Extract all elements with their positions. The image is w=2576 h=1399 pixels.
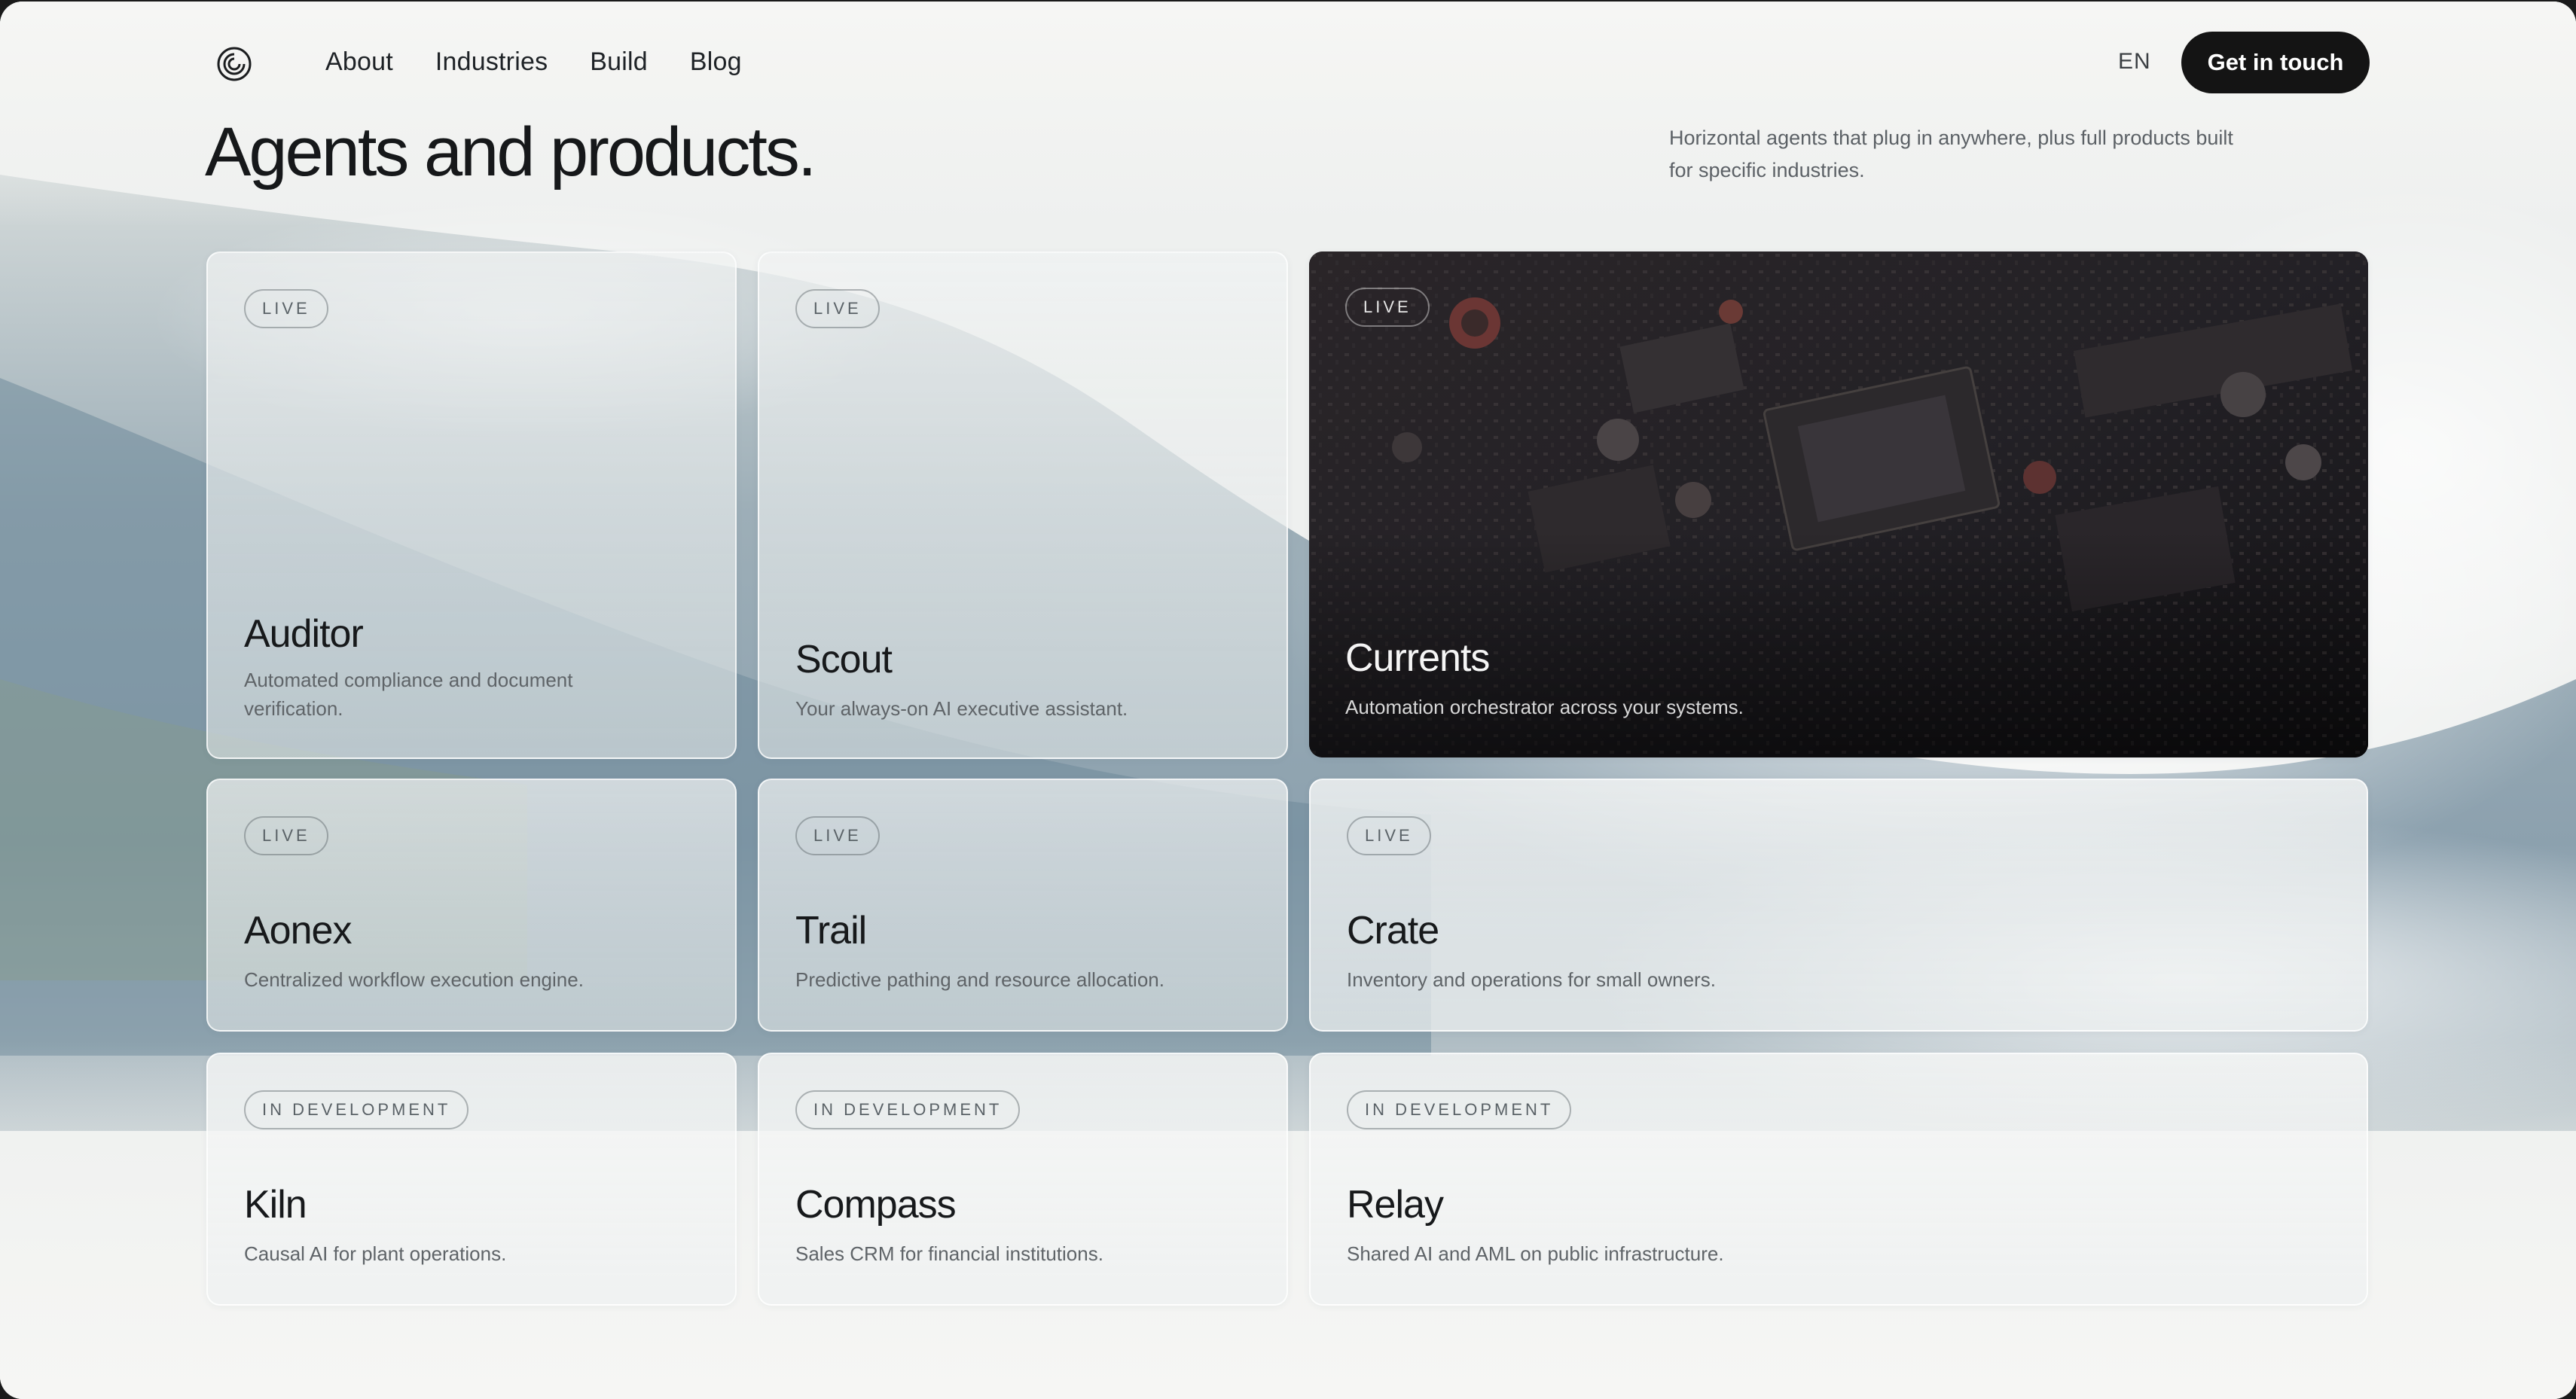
nav-link-build[interactable]: Build [590,44,648,80]
card-title: Trail [795,909,867,952]
card-description: Automated compliance and document verifi… [244,669,573,720]
status-badge: LIVE [1347,816,1431,855]
status-badge: LIVE [795,289,880,328]
card-title: Scout [795,638,893,681]
product-card-auditor[interactable]: LIVE Auditor Automated compliance and do… [206,251,737,759]
status-badge: LIVE [795,816,880,855]
card-description: Shared AI and AML on public infrastructu… [1347,1242,1724,1265]
card-title: Crate [1347,909,1439,952]
get-in-touch-button[interactable]: Get in touch [2181,32,2370,93]
product-card-currents[interactable]: LIVE Currents Automation orchestrator ac… [1309,251,2368,757]
status-badge: IN DEVELOPMENT [244,1090,469,1129]
status-badge: IN DEVELOPMENT [795,1090,1021,1129]
status-badge: LIVE [244,289,328,328]
product-card-aonex[interactable]: LIVE Aonex Centralized workflow executio… [206,779,737,1032]
card-description: Centralized workflow execution engine. [244,968,584,991]
nav-links: About Industries Build Blog [325,44,742,80]
status-badge: LIVE [1345,288,1430,327]
card-title: Auditor [244,612,364,656]
card-title: Aonex [244,909,352,952]
top-navigation: About Industries Build Blog EN Get in to… [0,2,2576,122]
page-frame: About Industries Build Blog EN Get in to… [0,2,2576,1399]
product-card-compass[interactable]: IN DEVELOPMENT Compass Sales CRM for fin… [758,1053,1288,1306]
card-description: Predictive pathing and resource allocati… [795,968,1164,991]
page-title: Agents and products. [205,114,816,190]
card-title: Currents [1345,636,1490,680]
status-badge: LIVE [244,816,328,855]
card-title: Compass [795,1183,957,1227]
card-description: Causal AI for plant operations. [244,1242,507,1265]
card-description: Your always-on AI executive assistant. [795,697,1128,720]
product-card-kiln[interactable]: IN DEVELOPMENT Kiln Causal AI for plant … [206,1053,737,1306]
nav-link-industries[interactable]: Industries [435,44,548,80]
card-title: Kiln [244,1183,307,1227]
card-description: Inventory and operations for small owner… [1347,968,1716,991]
page-intro: Horizontal agents that plug in anywhere,… [1669,126,2233,181]
nav-link-blog[interactable]: Blog [690,44,742,80]
product-card-relay[interactable]: IN DEVELOPMENT Relay Shared AI and AML o… [1309,1053,2368,1306]
status-badge: IN DEVELOPMENT [1347,1090,1572,1129]
card-description: Automation orchestrator across your syst… [1345,696,1744,718]
spiral-logo-icon[interactable] [214,44,255,84]
nav-link-about[interactable]: About [325,44,393,80]
language-selector[interactable]: EN [2118,47,2151,77]
product-card-crate[interactable]: LIVE Crate Inventory and operations for … [1309,779,2368,1032]
card-title: Relay [1347,1183,1444,1227]
product-card-trail[interactable]: LIVE Trail Predictive pathing and resour… [758,779,1288,1032]
product-card-scout[interactable]: LIVE Scout Your always-on AI executive a… [758,251,1288,759]
card-description: Sales CRM for financial institutions. [795,1242,1103,1265]
